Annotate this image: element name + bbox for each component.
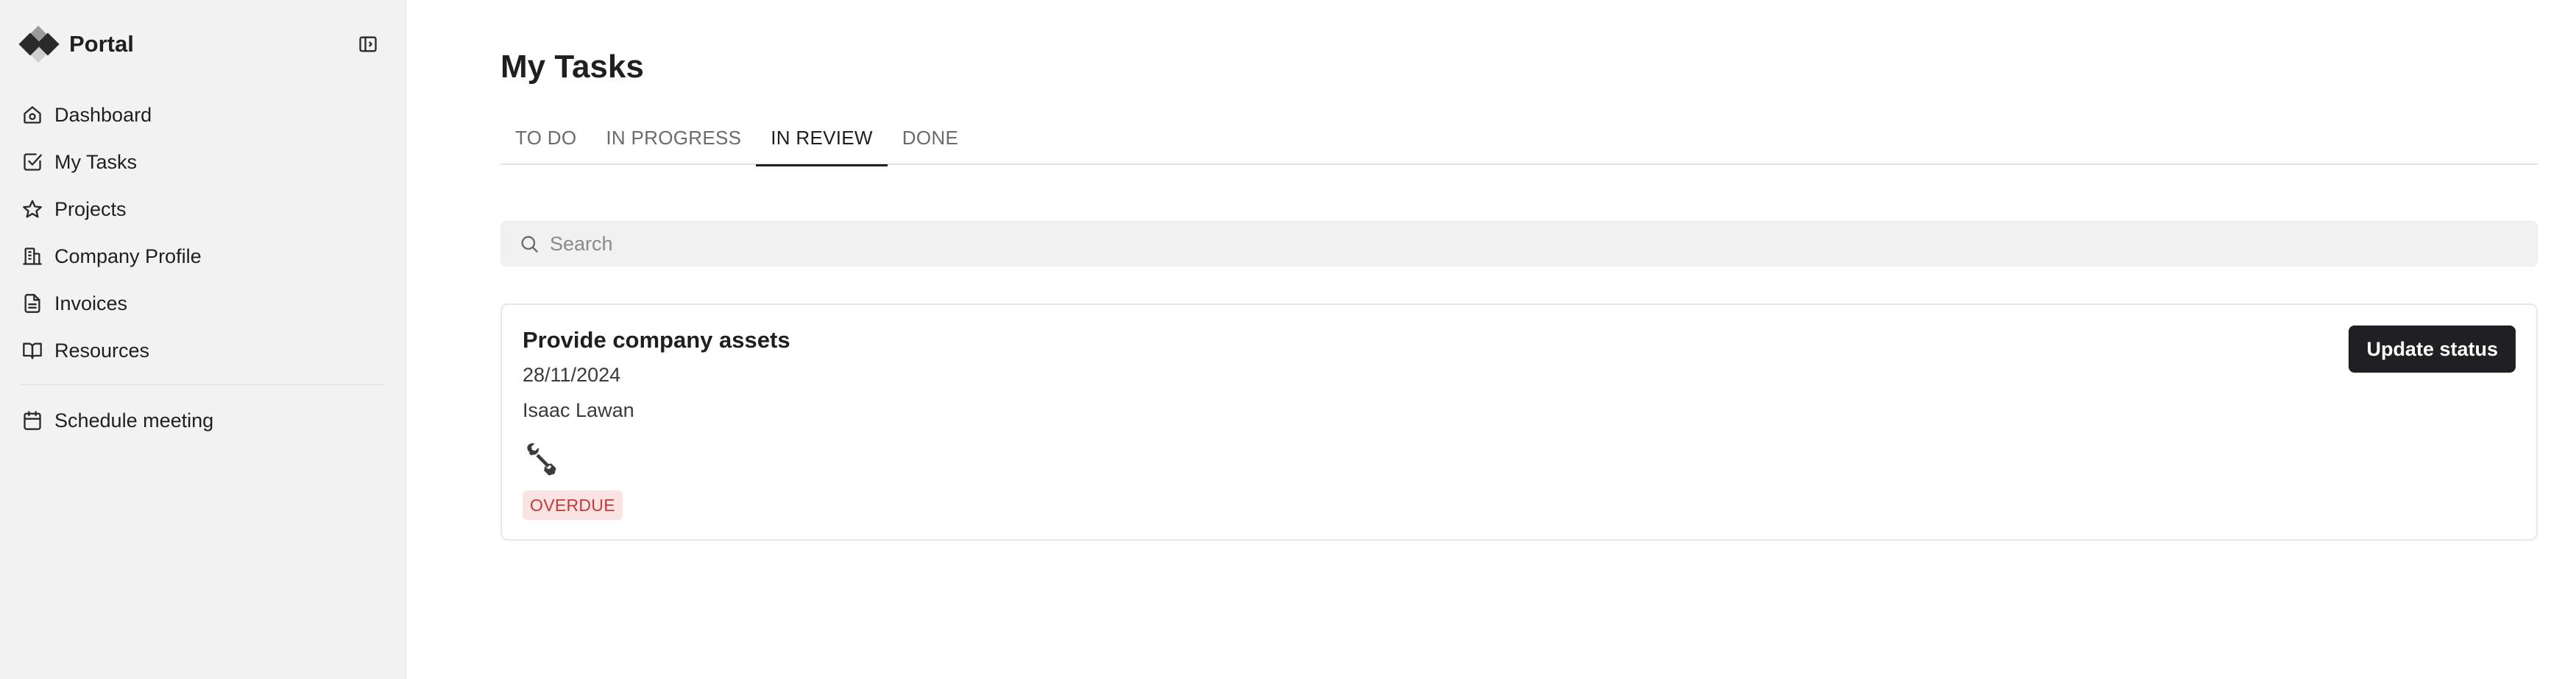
sidebar-item-resources[interactable]: Resources: [19, 327, 387, 374]
sidebar-item-label: My Tasks: [54, 150, 138, 173]
search-input[interactable]: [550, 232, 2463, 256]
sidebar-item-my-tasks[interactable]: My Tasks: [19, 138, 387, 186]
search-bar: [500, 221, 2538, 267]
document-icon: [19, 290, 46, 317]
task-due-date: 28/11/2024: [523, 364, 621, 386]
sidebar-item-label: Projects: [54, 197, 127, 220]
brand-name: Portal: [69, 31, 134, 57]
sidebar-item-label: Invoices: [54, 292, 128, 314]
star-icon: [19, 196, 46, 222]
main-content: My Tasks TO DO IN PROGRESS IN REVIEW DON…: [406, 0, 2576, 679]
sidebar-item-label: Dashboard: [54, 103, 152, 126]
sidebar: Portal Dashboard My Tasks Projects Compa…: [0, 0, 406, 679]
tab-to-do[interactable]: TO DO: [500, 110, 591, 165]
calendar-icon: [19, 407, 46, 434]
sidebar-item-projects[interactable]: Projects: [19, 186, 387, 233]
page-title: My Tasks: [500, 49, 644, 85]
sidebar-toggle-icon: [359, 36, 377, 52]
building-icon: [19, 243, 46, 270]
tab-done[interactable]: DONE: [888, 110, 973, 165]
tab-in-review[interactable]: IN REVIEW: [756, 110, 888, 166]
sidebar-item-label: Resources: [54, 339, 150, 362]
task-assignee: Isaac Lawan: [523, 399, 634, 421]
sidebar-item-label: Schedule meeting: [54, 409, 214, 432]
sidebar-item-dashboard[interactable]: Dashboard: [19, 91, 387, 138]
update-status-button[interactable]: Update status: [2349, 326, 2516, 373]
checkbox-icon: [19, 149, 46, 175]
sidebar-item-label: Company Profile: [54, 244, 202, 267]
search-icon: [521, 236, 538, 253]
task-card[interactable]: Provide company assets 28/11/2024 Isaac …: [500, 303, 2538, 541]
home-icon: [19, 102, 46, 128]
app-root: Portal Dashboard My Tasks Projects Compa…: [0, 0, 2576, 679]
sidebar-nav: Dashboard My Tasks Projects Company Prof…: [19, 91, 387, 444]
status-tabs: TO DO IN PROGRESS IN REVIEW DONE: [500, 110, 2538, 166]
overdue-badge: OVERDUE: [523, 490, 623, 520]
sidebar-item-company-profile[interactable]: Company Profile: [19, 233, 387, 280]
book-icon: [19, 337, 46, 364]
brand[interactable]: Portal: [18, 25, 134, 63]
tab-in-progress[interactable]: IN PROGRESS: [591, 110, 756, 165]
portal-logo-icon: [18, 25, 60, 63]
sidebar-divider: [19, 384, 384, 385]
sidebar-collapse-button[interactable]: [355, 31, 381, 57]
wrench-icon: [523, 440, 561, 479]
sidebar-item-invoices[interactable]: Invoices: [19, 280, 387, 327]
sidebar-item-schedule-meeting[interactable]: Schedule meeting: [19, 397, 387, 444]
task-title: Provide company assets: [523, 327, 790, 353]
